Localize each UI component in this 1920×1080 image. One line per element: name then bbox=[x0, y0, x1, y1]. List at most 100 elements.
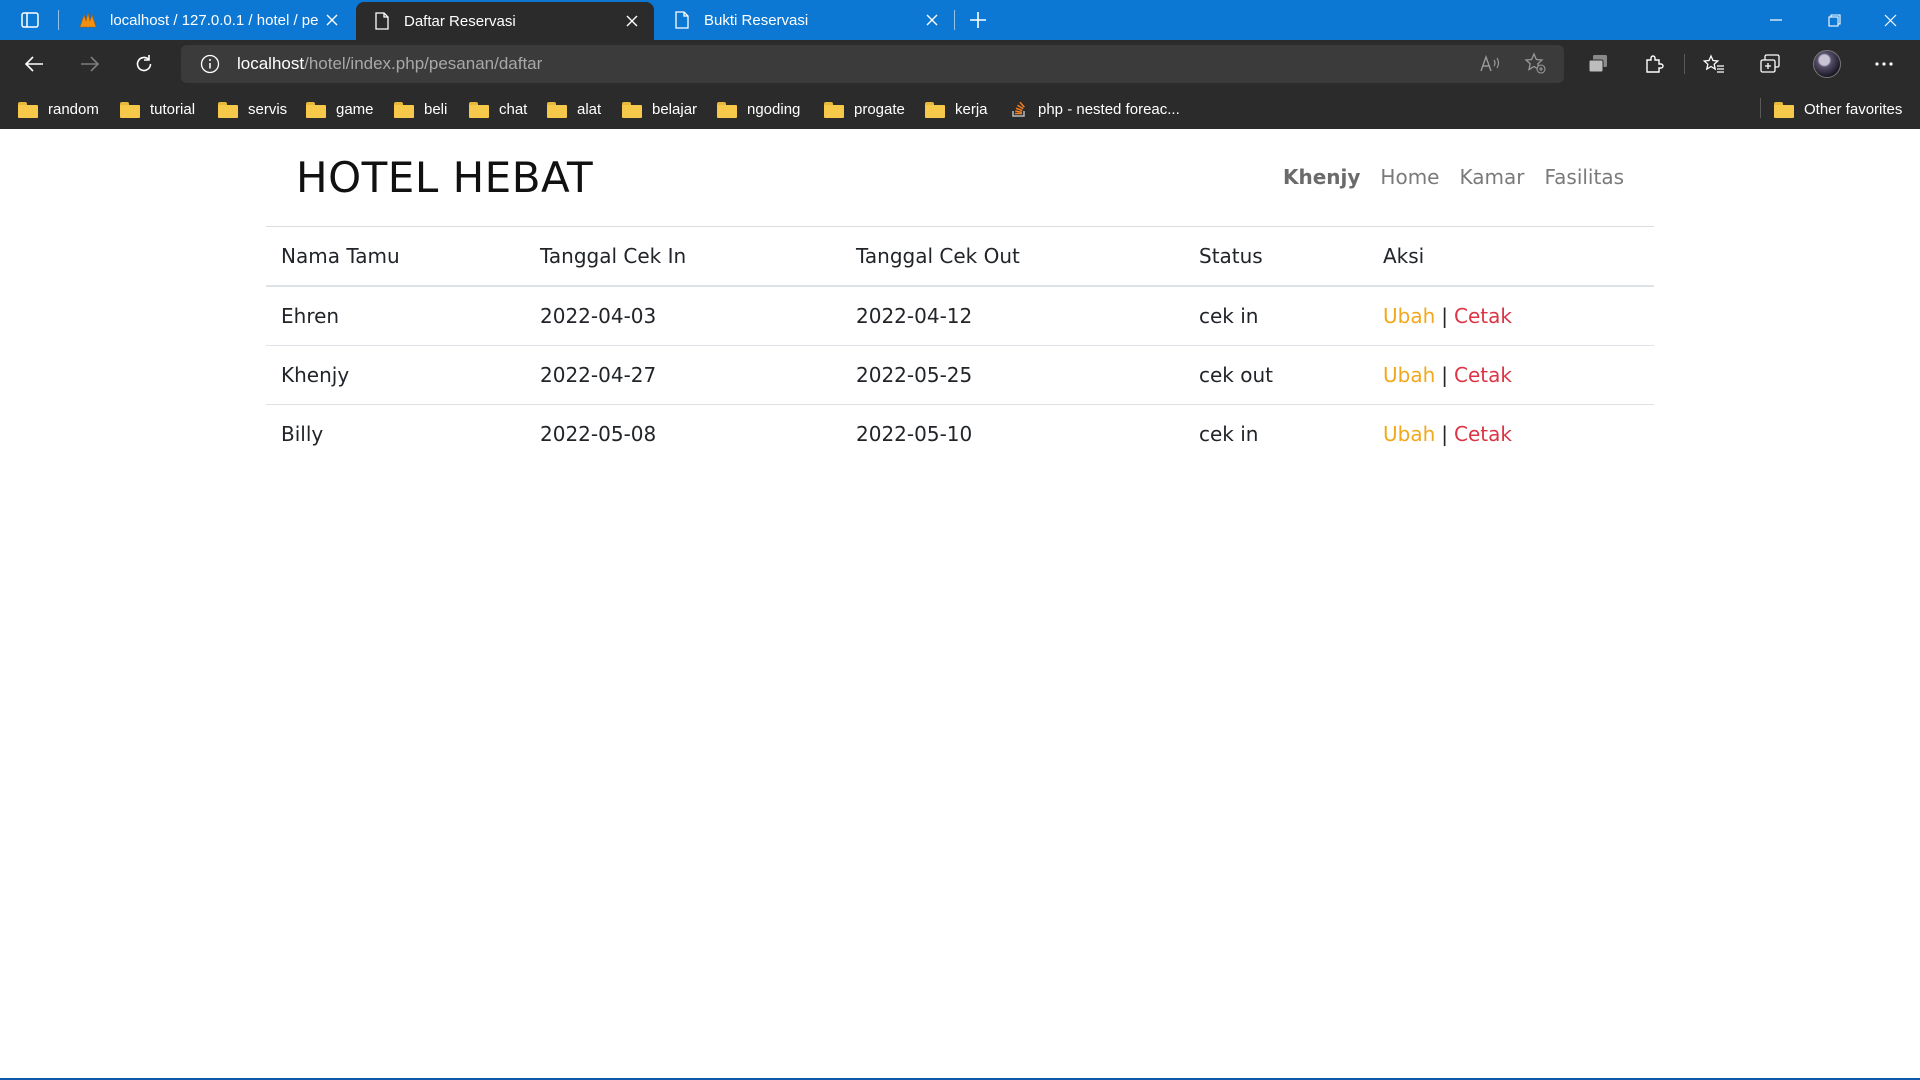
tab-actions-icon[interactable] bbox=[12, 6, 48, 34]
cetak-link[interactable]: Cetak bbox=[1454, 304, 1512, 328]
cell-cek-out: 2022-04-12 bbox=[841, 286, 1184, 346]
bookmark-label: php - nested foreac... bbox=[1038, 100, 1180, 118]
bookmark-ngoding[interactable]: ngoding bbox=[717, 96, 800, 122]
nav-fasilitas[interactable]: Fasilitas bbox=[1544, 165, 1624, 189]
bookmarks-divider bbox=[1760, 98, 1761, 118]
bookmark-other-favorites[interactable]: Other favorites bbox=[1774, 96, 1902, 122]
forward-icon[interactable] bbox=[72, 48, 108, 80]
address-url: localhost/hotel/index.php/pesanan/daftar bbox=[237, 54, 542, 74]
folder-icon bbox=[824, 101, 844, 118]
tab-title: localhost / 127.0.0.1 / hotel / pesanan bbox=[110, 11, 318, 29]
action-separator: | bbox=[1441, 362, 1449, 387]
bookmark-belajar[interactable]: belajar bbox=[622, 96, 697, 122]
folder-icon bbox=[547, 101, 567, 118]
bookmark-label: progate bbox=[854, 100, 905, 118]
cell-cek-out: 2022-05-25 bbox=[841, 345, 1184, 405]
folder-icon bbox=[622, 101, 642, 118]
reservation-table: Nama Tamu Tanggal Cek In Tanggal Cek Out… bbox=[266, 227, 1654, 463]
cell-nama-tamu: Ehren bbox=[266, 286, 525, 346]
info-icon[interactable] bbox=[199, 53, 221, 75]
profile-avatar[interactable] bbox=[1813, 50, 1841, 78]
header-nama-tamu: Nama Tamu bbox=[266, 227, 525, 287]
tab-bukti-reservasi[interactable]: Bukti Reservasi bbox=[656, 0, 954, 40]
cell-cek-in: 2022-04-03 bbox=[525, 286, 841, 346]
bookmark-php-nested-foreach[interactable]: php - nested foreac... bbox=[1010, 96, 1180, 122]
extensions-icon[interactable] bbox=[1636, 48, 1672, 80]
brand-logo-text[interactable]: HOTEL HEBAT bbox=[296, 153, 593, 202]
ubah-link[interactable]: Ubah bbox=[1383, 422, 1435, 446]
close-icon[interactable] bbox=[618, 7, 646, 35]
cell-cek-in: 2022-05-08 bbox=[540, 421, 657, 446]
address-bar[interactable]: localhost/hotel/index.php/pesanan/daftar bbox=[181, 45, 1564, 83]
bookmark-beli[interactable]: beli bbox=[394, 96, 447, 122]
cetak-link[interactable]: Cetak bbox=[1454, 363, 1512, 387]
action-separator: | bbox=[1441, 421, 1449, 446]
cell-nama-tamu: Khenjy bbox=[266, 345, 525, 405]
bookmark-kerja[interactable]: kerja bbox=[925, 96, 988, 122]
nav-home[interactable]: Home bbox=[1380, 165, 1439, 189]
bookmark-game[interactable]: game bbox=[306, 96, 374, 122]
bookmark-progate[interactable]: progate bbox=[824, 96, 905, 122]
bookmark-servis[interactable]: servis bbox=[218, 96, 287, 122]
read-aloud-icon[interactable] bbox=[1476, 48, 1506, 78]
window-close-icon[interactable] bbox=[1862, 0, 1918, 40]
close-icon[interactable] bbox=[918, 6, 946, 34]
table-header-row: Nama Tamu Tanggal Cek In Tanggal Cek Out… bbox=[266, 227, 1654, 287]
bookmarks-bar: random tutorial servis game beli chat al… bbox=[0, 88, 1920, 129]
main-nav: Khenjy Home Kamar Fasilitas bbox=[1283, 165, 1624, 189]
cell-aksi: Ubah | Cetak bbox=[1368, 404, 1654, 463]
collections-grey-icon[interactable] bbox=[1580, 48, 1616, 80]
cell-aksi: Ubah | Cetak bbox=[1368, 286, 1654, 346]
cell-status: cek in bbox=[1184, 286, 1368, 346]
page-icon bbox=[672, 10, 692, 30]
tab-separator bbox=[954, 10, 955, 30]
bookmark-label: beli bbox=[424, 100, 448, 118]
folder-icon bbox=[925, 101, 945, 118]
header-tanggal-cek-out: Tanggal Cek Out bbox=[841, 227, 1184, 287]
toolbar-divider bbox=[1684, 54, 1685, 74]
bookmark-label: tutorial bbox=[150, 100, 196, 118]
minimize-icon[interactable] bbox=[1748, 0, 1804, 40]
browser-toolbar: localhost/hotel/index.php/pesanan/daftar bbox=[0, 40, 1920, 88]
bookmark-label: game bbox=[336, 100, 374, 118]
ubah-link[interactable]: Ubah bbox=[1383, 304, 1435, 328]
favorites-icon[interactable] bbox=[1696, 48, 1732, 80]
tab-phpmyadmin[interactable]: localhost / 127.0.0.1 / hotel / pesanan bbox=[62, 0, 354, 40]
bookmark-alat[interactable]: alat bbox=[547, 96, 601, 122]
close-icon[interactable] bbox=[318, 6, 346, 34]
header-aksi: Aksi bbox=[1368, 227, 1654, 287]
bookmark-label: chat bbox=[499, 100, 528, 118]
folder-icon bbox=[717, 101, 737, 118]
folder-icon bbox=[394, 101, 414, 118]
new-tab-icon[interactable] bbox=[962, 6, 994, 34]
cell-cek-in: 2022-04-27 bbox=[525, 345, 841, 405]
page-content: HOTEL HEBAT Khenjy Home Kamar Fasilitas … bbox=[0, 129, 1920, 1080]
more-options-icon[interactable] bbox=[1866, 48, 1902, 80]
folder-icon bbox=[1774, 101, 1794, 118]
tab-title: Daftar Reservasi bbox=[404, 12, 516, 30]
cetak-link[interactable]: Cetak bbox=[1454, 422, 1512, 446]
bookmark-chat[interactable]: chat bbox=[469, 96, 527, 122]
address-path: /hotel/index.php/pesanan/daftar bbox=[304, 54, 543, 73]
collections-icon[interactable] bbox=[1752, 48, 1788, 80]
table-row: Khenjy 2022-04-27 2022-05-25 cek out Uba… bbox=[266, 345, 1654, 405]
nav-user[interactable]: Khenjy bbox=[1283, 165, 1360, 189]
nav-kamar[interactable]: Kamar bbox=[1459, 165, 1524, 189]
phpmyadmin-icon bbox=[78, 10, 98, 30]
back-icon[interactable] bbox=[16, 48, 52, 80]
cell-nama-tamu: Billy bbox=[281, 421, 324, 446]
page-icon bbox=[372, 11, 392, 31]
tab-daftar-reservasi[interactable]: Daftar Reservasi bbox=[356, 2, 654, 40]
add-favorite-icon[interactable] bbox=[1520, 48, 1550, 78]
bookmark-random[interactable]: random bbox=[18, 96, 99, 122]
table-row: Ehren 2022-04-03 2022-04-12 cek in Ubah |… bbox=[266, 286, 1654, 346]
bookmark-tutorial[interactable]: tutorial bbox=[120, 96, 195, 122]
bookmark-label: ngoding bbox=[747, 100, 801, 118]
refresh-icon[interactable] bbox=[126, 48, 162, 80]
address-host: localhost bbox=[237, 54, 305, 73]
ubah-link[interactable]: Ubah bbox=[1383, 363, 1435, 387]
action-separator: | bbox=[1441, 303, 1449, 328]
cell-cek-out: 2022-05-10 bbox=[856, 421, 973, 446]
bookmark-label: random bbox=[48, 100, 99, 118]
restore-icon[interactable] bbox=[1806, 0, 1862, 40]
